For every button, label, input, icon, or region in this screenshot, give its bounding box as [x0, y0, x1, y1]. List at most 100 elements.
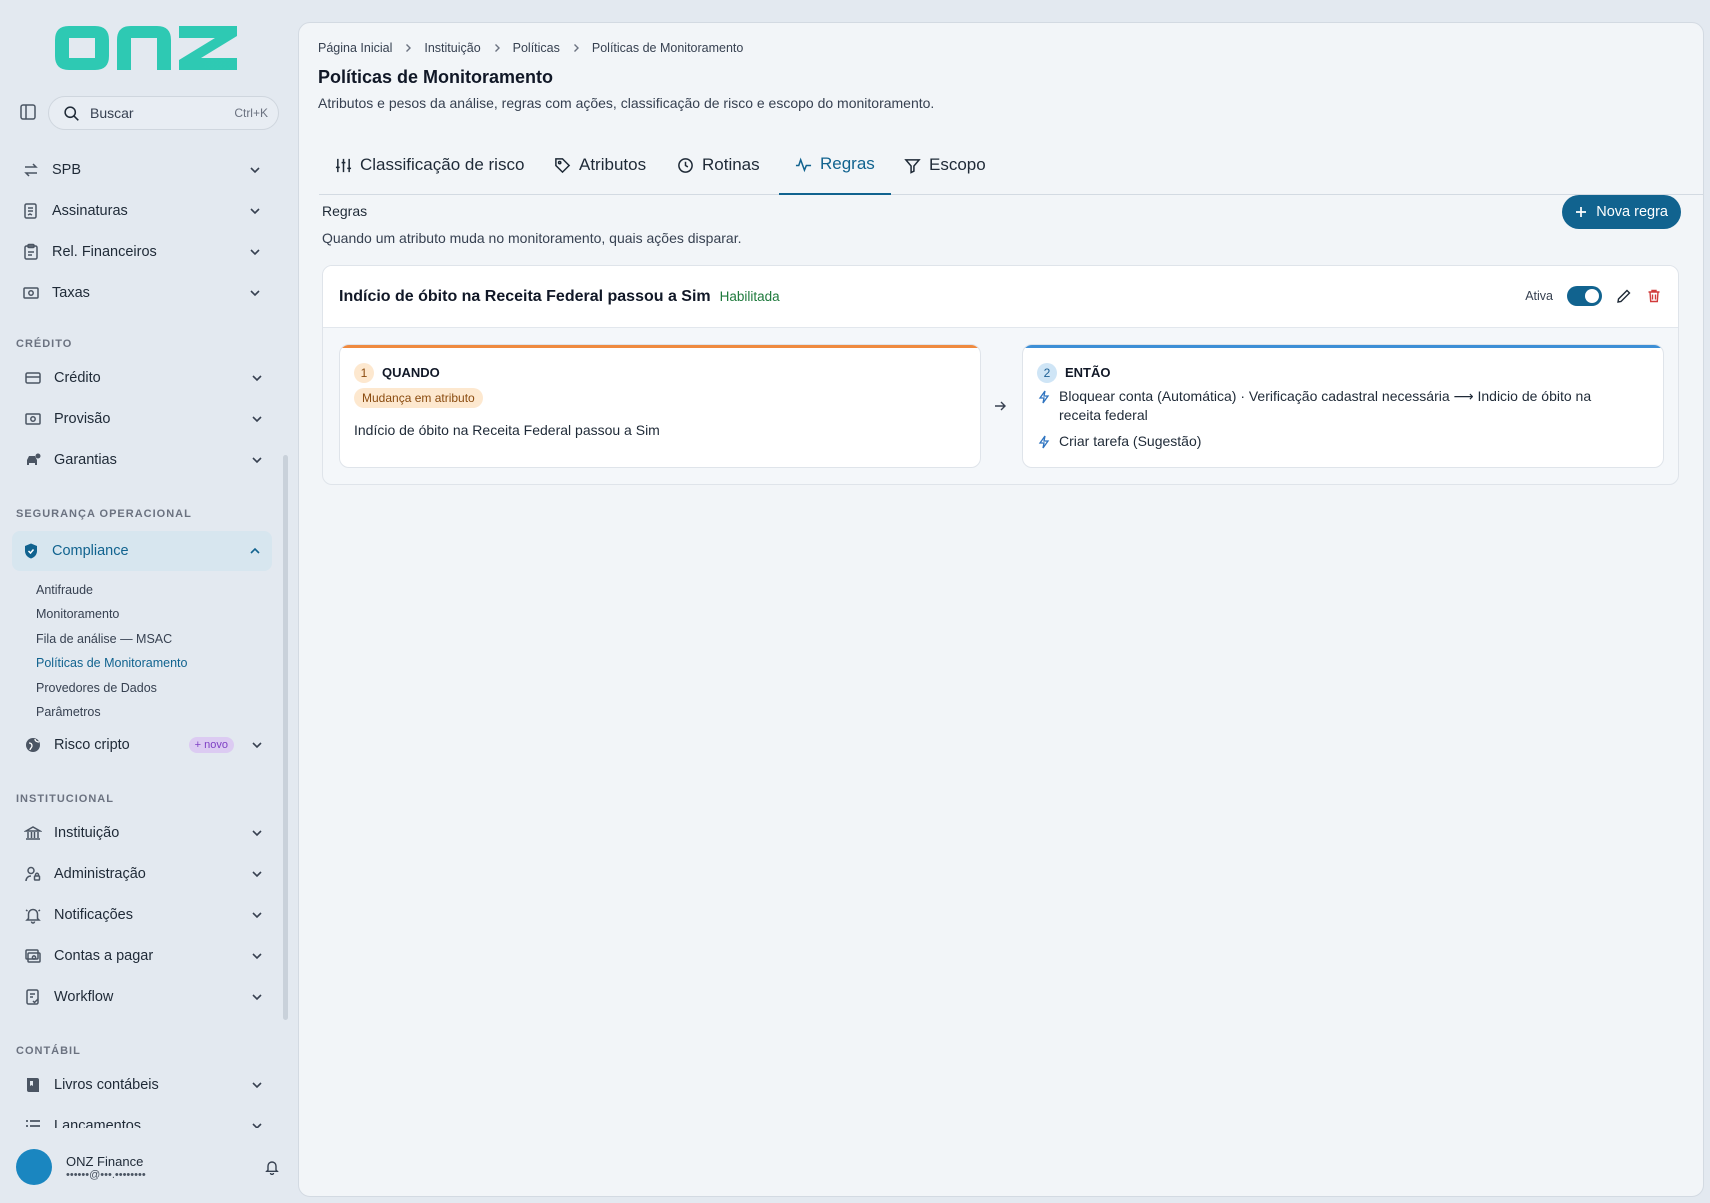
sidebar-subitem-parametros[interactable]: Parâmetros — [36, 705, 101, 719]
section-title-contabil: CONTÁBIL — [16, 1045, 81, 1057]
rules-heading: Regras — [322, 203, 368, 219]
breadcrumb-current: Políticas de Monitoramento — [591, 41, 744, 55]
page-title: Políticas de Monitoramento — [318, 67, 554, 87]
sidebar-item-label: Rel. Financeiros — [52, 244, 157, 260]
sidebar-item-label: Taxas — [52, 285, 90, 301]
tab-atributos[interactable]: Atributos — [538, 135, 662, 195]
sidebar-item-label: Assinaturas — [52, 203, 128, 219]
tab-label: Atributos — [579, 155, 647, 174]
sidebar-toggle-icon[interactable] — [18, 102, 38, 122]
sidebar-item-rel-financeiros[interactable]: Rel. Financeiros — [12, 234, 272, 270]
sidebar-subitem-fila-analise[interactable]: Fila de análise — MSAC — [36, 632, 172, 646]
trigger-type-tag: Mudança em atributo — [354, 388, 483, 408]
breadcrumb-item[interactable]: Instituição — [424, 41, 480, 55]
rule-when-block: 1 QUANDO Mudança em atributo Indício de … — [339, 344, 981, 468]
search-input[interactable]: Buscar Ctrl+K — [48, 96, 279, 130]
step-number: 2 — [1037, 363, 1057, 383]
sidebar: Buscar Ctrl+K SPB Assinaturas Rel. Finan… — [0, 0, 297, 1203]
rule-action-item: Bloquear conta (Automática) · Verificaçã… — [1037, 387, 1637, 425]
sidebar-item-assinaturas[interactable]: Assinaturas — [12, 193, 272, 229]
sidebar-item-label: Risco cripto — [54, 737, 130, 753]
sidebar-item-label: Garantias — [54, 452, 117, 468]
lightning-icon — [1038, 435, 1050, 449]
sidebar-item-instituicao[interactable]: Instituição — [14, 815, 274, 851]
step-number: 1 — [354, 363, 374, 383]
onz-logo[interactable] — [55, 22, 237, 74]
chevron-down-icon — [252, 994, 262, 1001]
sidebar-item-label: Lançamentos — [54, 1118, 142, 1128]
money-icon — [25, 413, 41, 425]
section-title-seguranca: SEGURANÇA OPERACIONAL — [16, 508, 192, 520]
lightning-icon — [1038, 390, 1050, 404]
globe-icon — [26, 738, 40, 752]
chevron-right-icon — [494, 44, 500, 52]
section-title-credito: CRÉDITO — [16, 338, 73, 350]
activity-icon — [795, 156, 812, 172]
bell-icon[interactable] — [264, 1159, 280, 1175]
filter-icon — [904, 158, 921, 174]
rule-actions: Ativa — [1525, 286, 1662, 306]
user-name: ONZ Finance — [66, 1153, 144, 1169]
sidebar-subitem-politicas[interactable]: Políticas de Monitoramento — [36, 656, 187, 670]
bill-icon — [25, 949, 41, 963]
money-icon — [23, 287, 39, 299]
sidebar-item-label: Compliance — [52, 543, 129, 559]
sidebar-item-administracao[interactable]: Administração — [14, 856, 274, 892]
sidebar-subitem-provedores[interactable]: Provedores de Dados — [36, 681, 157, 695]
edit-pencil-icon[interactable] — [1616, 288, 1632, 304]
chevron-down-icon — [252, 416, 262, 423]
sidebar-item-label: Contas a pagar — [54, 948, 154, 964]
arrow-right-icon — [995, 401, 1006, 411]
new-rule-button[interactable]: Nova regra — [1562, 195, 1681, 229]
sidebar-scrollbar[interactable] — [283, 455, 288, 1020]
active-label: Ativa — [1525, 289, 1553, 303]
tab-bar: Classificação de risco Atributos Rotinas… — [319, 135, 1703, 195]
credit-card-icon — [25, 372, 41, 384]
sidebar-item-provisao[interactable]: Provisão — [14, 401, 274, 437]
chevron-right-icon — [406, 44, 412, 52]
chevron-down-icon — [252, 912, 262, 919]
search-label: Buscar — [90, 105, 134, 121]
signature-doc-icon — [24, 203, 37, 219]
shield-icon — [25, 543, 37, 559]
sidebar-item-notificacoes[interactable]: Notificações — [14, 897, 274, 933]
rule-action-item: Criar tarefa (Sugestão) — [1037, 432, 1637, 451]
main-panel: Página Inicial Instituição Políticas Pol… — [298, 22, 1704, 1197]
sidebar-item-contas-pagar[interactable]: Contas a pagar — [14, 938, 274, 974]
breadcrumb-item[interactable]: Políticas — [513, 41, 560, 55]
tag-icon — [555, 157, 571, 173]
tab-label: Escopo — [929, 155, 986, 174]
user-email: ••••••@•••.•••••••• — [66, 1168, 146, 1181]
rule-then-block: 2 ENTÃO Bloquear conta (Automática) · Ve… — [1022, 344, 1664, 468]
tab-escopo[interactable]: Escopo — [888, 135, 1002, 195]
book-icon — [27, 1078, 39, 1092]
search-icon — [64, 105, 79, 121]
sidebar-subitem-antifraude[interactable]: Antifraude — [36, 583, 93, 597]
sidebar-subitem-monitoramento[interactable]: Monitoramento — [36, 607, 119, 621]
chevron-down-icon — [252, 1082, 262, 1089]
sidebar-item-credito[interactable]: Crédito — [14, 360, 274, 396]
sidebar-item-taxas[interactable]: Taxas — [12, 275, 272, 311]
workflow-doc-icon — [26, 989, 39, 1005]
sidebar-item-livros-contabeis[interactable]: Livros contábeis — [14, 1067, 274, 1103]
sidebar-item-compliance[interactable]: Compliance — [12, 531, 272, 571]
sidebar-item-label: Workflow — [54, 989, 114, 1005]
sidebar-item-label: Provisão — [54, 411, 111, 427]
sidebar-item-garantias[interactable]: Garantias — [14, 442, 274, 478]
sidebar-item-lancamentos[interactable]: Lançamentos — [14, 1108, 274, 1128]
user-info: ONZ Finance ••••••@•••.•••••••• — [66, 1154, 250, 1181]
tab-classificacao-risco[interactable]: Classificação de risco — [319, 135, 540, 195]
user-profile[interactable]: ONZ Finance ••••••@•••.•••••••• — [16, 1147, 280, 1187]
trash-icon[interactable] — [1646, 288, 1662, 304]
sidebar-item-workflow[interactable]: Workflow — [14, 979, 274, 1015]
rule-title: Indício de óbito na Receita Federal pass… — [339, 287, 711, 305]
search-shortcut: Ctrl+K — [234, 106, 268, 120]
active-toggle[interactable] — [1567, 286, 1602, 306]
tab-regras[interactable]: Regras — [779, 135, 891, 195]
sidebar-item-risco-cripto[interactable]: Risco cripto + novo — [14, 727, 274, 763]
tab-rotinas[interactable]: Rotinas — [661, 135, 776, 195]
sidebar-item-spb[interactable]: SPB — [12, 152, 272, 188]
tab-label: Rotinas — [702, 155, 760, 174]
sidebar-item-label: Administração — [54, 866, 146, 882]
breadcrumb-item[interactable]: Página Inicial — [318, 41, 392, 55]
